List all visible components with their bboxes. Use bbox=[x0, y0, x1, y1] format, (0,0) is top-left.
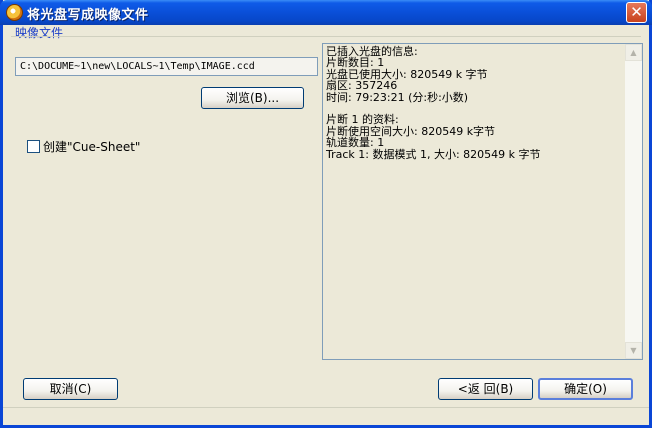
disc-info-line: Track 1: 数据模式 1, 大小: 820549 k 字节 bbox=[326, 147, 541, 161]
ok-button[interactable]: 确定(O) bbox=[538, 378, 633, 400]
group-divider bbox=[11, 36, 641, 37]
browse-button[interactable]: 浏览(B)... bbox=[201, 87, 304, 109]
image-path-field[interactable]: C:\DOCUME~1\new\LOCALS~1\Temp\IMAGE.ccd bbox=[15, 57, 318, 76]
back-button[interactable]: <返 回(B) bbox=[438, 378, 533, 400]
disc-info-panel[interactable]: 已插入光盘的信息: 片断数目: 1 光盘已使用大小: 820549 k 字节 扇区: … bbox=[322, 43, 643, 360]
cue-sheet-option[interactable]: 创建"Cue-Sheet" bbox=[27, 139, 141, 154]
scroll-up-icon[interactable]: ▲ bbox=[625, 44, 642, 61]
close-button[interactable]: ✕ bbox=[626, 2, 647, 23]
info-scrollbar[interactable]: ▲ ▼ bbox=[625, 44, 642, 359]
window-title: 将光盘写成映像文件 bbox=[27, 8, 149, 23]
group-label: 映像文件 bbox=[15, 26, 64, 40]
dialog-window: 将光盘写成映像文件 ✕ 映像文件 C:\DOCUME~1\new\LOCALS~… bbox=[0, 0, 652, 428]
scroll-down-icon[interactable]: ▼ bbox=[625, 342, 642, 359]
disc-info-line: 轨道数量: 1 bbox=[326, 136, 385, 150]
title-bar[interactable]: 将光盘写成映像文件 ✕ bbox=[0, 0, 652, 25]
cue-sheet-label: 创建"Cue-Sheet" bbox=[43, 139, 141, 154]
disc-burner-icon bbox=[6, 4, 23, 21]
status-divider bbox=[3, 407, 649, 408]
cue-sheet-checkbox[interactable] bbox=[27, 139, 40, 153]
disc-info-line: 时间: 79:23:21 (分:秒:小数) bbox=[326, 90, 469, 104]
disc-info-line: 扇区: 357246 bbox=[326, 79, 398, 93]
cancel-button[interactable]: 取消(C) bbox=[23, 378, 118, 400]
disc-info-text: 已插入光盘的信息: 片断数目: 1 光盘已使用大小: 820549 k 字节 扇区: … bbox=[326, 46, 622, 160]
